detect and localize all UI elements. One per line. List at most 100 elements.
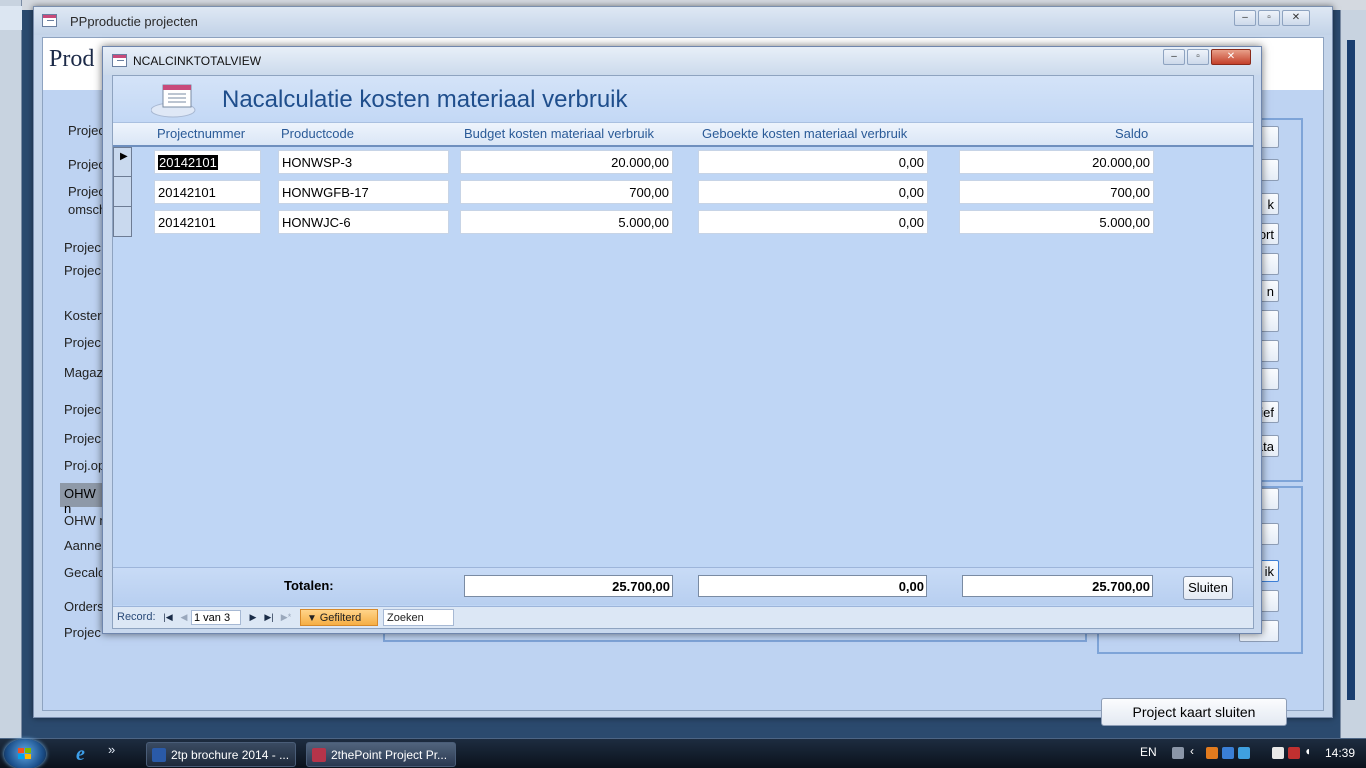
- form-window-icon: [42, 14, 57, 27]
- internet-explorer-icon[interactable]: e: [76, 743, 98, 765]
- field-label: Projec: [64, 335, 101, 350]
- filter-icon: ▼: [307, 613, 320, 624]
- keyboard-icon[interactable]: [1172, 747, 1184, 759]
- field-label: Projec: [64, 240, 101, 255]
- next-record-icon[interactable]: ▶: [246, 610, 260, 624]
- taskbar: e » 2tp brochure 2014 - ... 2thePoint Pr…: [0, 738, 1366, 768]
- cell-budget[interactable]: 5.000,00: [460, 210, 673, 234]
- volume-icon[interactable]: ◖: [1304, 744, 1316, 758]
- access-icon: [312, 748, 326, 762]
- main-window-title: PPproductie projecten: [70, 14, 198, 29]
- current-record-arrow-icon: ▶: [120, 151, 128, 162]
- form-icon: [151, 84, 196, 118]
- field-label: Projec: [68, 123, 105, 138]
- field-label: Magaz: [64, 365, 104, 380]
- field-label: Koster: [64, 308, 102, 323]
- tray-sync-icon[interactable]: [1238, 747, 1250, 759]
- cell-productcode[interactable]: HONWJC-6: [278, 210, 449, 234]
- background-window-right-edge: [1340, 10, 1366, 738]
- dialog-close-button[interactable]: ✕: [1211, 49, 1251, 65]
- network-icon[interactable]: [1288, 747, 1300, 759]
- search-input[interactable]: Zoeken: [383, 609, 454, 626]
- record-selector[interactable]: [113, 177, 132, 207]
- close-button[interactable]: ✕: [1282, 10, 1310, 26]
- sluiten-button[interactable]: Sluiten: [1183, 576, 1233, 600]
- cell-projectnummer[interactable]: 20142101: [154, 180, 261, 204]
- column-header-saldo: Saldo: [1115, 126, 1149, 141]
- cell-saldo[interactable]: 20.000,00: [959, 150, 1154, 174]
- tray-app-icon[interactable]: [1206, 747, 1218, 759]
- column-header-projectnummer: Projectnummer: [157, 126, 246, 141]
- cell-projectnummer[interactable]: 20142101: [154, 150, 261, 174]
- cell-saldo[interactable]: 700,00: [959, 180, 1154, 204]
- windows-logo-icon: [18, 748, 31, 759]
- quicklaunch-more-icon[interactable]: »: [108, 742, 115, 757]
- last-record-icon[interactable]: ▶|: [262, 610, 276, 624]
- field-label: Aanne: [64, 538, 102, 553]
- ncalc-dialog-window: NCALCINKTOTALVIEW – ▫ ✕ Nacalculatie kos…: [102, 46, 1262, 634]
- total-saldo[interactable]: 25.700,00: [962, 575, 1153, 597]
- language-indicator[interactable]: EN: [1140, 745, 1157, 759]
- dropbox-icon[interactable]: [1222, 747, 1234, 759]
- column-header-budget: Budget kosten materiaal verbruik: [464, 126, 655, 141]
- field-label: Projec: [68, 157, 105, 172]
- field-label-selected[interactable]: OHW n: [60, 483, 106, 516]
- close-project-card-button[interactable]: Project kaart sluiten: [1101, 698, 1287, 726]
- total-budget[interactable]: 25.700,00: [464, 575, 673, 597]
- previous-record-icon[interactable]: ◀: [177, 610, 191, 624]
- filter-label: Gefilterd: [319, 612, 362, 624]
- form-footer: Totalen: 25.700,00 0,00 25.700,00 Sluite…: [113, 567, 1253, 605]
- total-geboekt[interactable]: 0,00: [698, 575, 927, 597]
- taskbar-item-access[interactable]: 2thePoint Project Pr...: [306, 742, 456, 767]
- table-row: 20142101 HONWGFB-17 700,00 0,00 700,00: [113, 177, 1253, 207]
- record-label: Record:: [117, 611, 156, 623]
- table-row: 20142101 HONWJC-6 5.000,00 0,00 5.000,00: [113, 207, 1253, 237]
- field-label: OHW n: [64, 513, 107, 528]
- form-header: Nacalculatie kosten materiaal verbruik: [113, 76, 1253, 123]
- first-record-icon[interactable]: |◀: [161, 610, 175, 624]
- system-tray: EN ‹ ◖ 14:39: [1120, 739, 1366, 768]
- background-window-titlebar: [0, 6, 22, 30]
- record-navigation-bar: Record: |◀ ◀ 1 van 3 ▶ ▶| ▶* ▼ Gefilterd…: [113, 606, 1253, 628]
- battery-icon[interactable]: [1272, 747, 1284, 759]
- cell-productcode[interactable]: HONWGFB-17: [278, 180, 449, 204]
- record-selector[interactable]: [113, 207, 132, 237]
- cell-saldo[interactable]: 5.000,00: [959, 210, 1154, 234]
- totals-label: Totalen:: [284, 578, 334, 593]
- background-window-panel: [1347, 40, 1355, 700]
- record-selector[interactable]: ▶: [113, 147, 132, 177]
- main-window-titlebar: PPproductie projecten – ▫ ✕: [34, 7, 1332, 35]
- show-hidden-icons-icon[interactable]: ‹: [1190, 744, 1202, 758]
- taskbar-item-label: 2thePoint Project Pr...: [331, 748, 448, 762]
- current-record-field[interactable]: 1 van 3: [191, 610, 241, 625]
- form-window-icon: [112, 54, 127, 67]
- dialog-titlebar: NCALCINKTOTALVIEW – ▫ ✕: [103, 47, 1261, 75]
- field-label: Projec: [64, 402, 101, 417]
- cell-geboekt[interactable]: 0,00: [698, 180, 928, 204]
- field-label: Gecalc: [64, 565, 105, 580]
- minimize-button[interactable]: –: [1234, 10, 1256, 26]
- start-button[interactable]: [4, 739, 46, 768]
- cell-projectnummer-text: 20142101: [158, 155, 218, 170]
- field-label: Projec: [64, 625, 101, 640]
- dialog-minimize-button[interactable]: –: [1163, 49, 1185, 65]
- word-icon: [152, 748, 166, 762]
- background-window-edge: [0, 0, 22, 740]
- clock[interactable]: 14:39: [1325, 746, 1355, 760]
- cell-geboekt[interactable]: 0,00: [698, 210, 928, 234]
- field-label: Projec: [64, 263, 101, 278]
- new-record-icon[interactable]: ▶*: [279, 610, 293, 624]
- cell-geboekt[interactable]: 0,00: [698, 150, 928, 174]
- filter-toggle[interactable]: ▼ Gefilterd: [300, 609, 378, 626]
- form-title: Nacalculatie kosten materiaal verbruik: [222, 86, 628, 113]
- cell-budget[interactable]: 700,00: [460, 180, 673, 204]
- column-header-row: Projectnummer Productcode Budget kosten …: [113, 123, 1253, 147]
- field-label: omsch: [68, 202, 107, 217]
- dialog-maximize-button[interactable]: ▫: [1187, 49, 1209, 65]
- dialog-form: Nacalculatie kosten materiaal verbruik P…: [112, 75, 1254, 629]
- cell-projectnummer[interactable]: 20142101: [154, 210, 261, 234]
- cell-budget[interactable]: 20.000,00: [460, 150, 673, 174]
- taskbar-item-word[interactable]: 2tp brochure 2014 - ...: [146, 742, 296, 767]
- maximize-button[interactable]: ▫: [1258, 10, 1280, 26]
- cell-productcode[interactable]: HONWSP-3: [278, 150, 449, 174]
